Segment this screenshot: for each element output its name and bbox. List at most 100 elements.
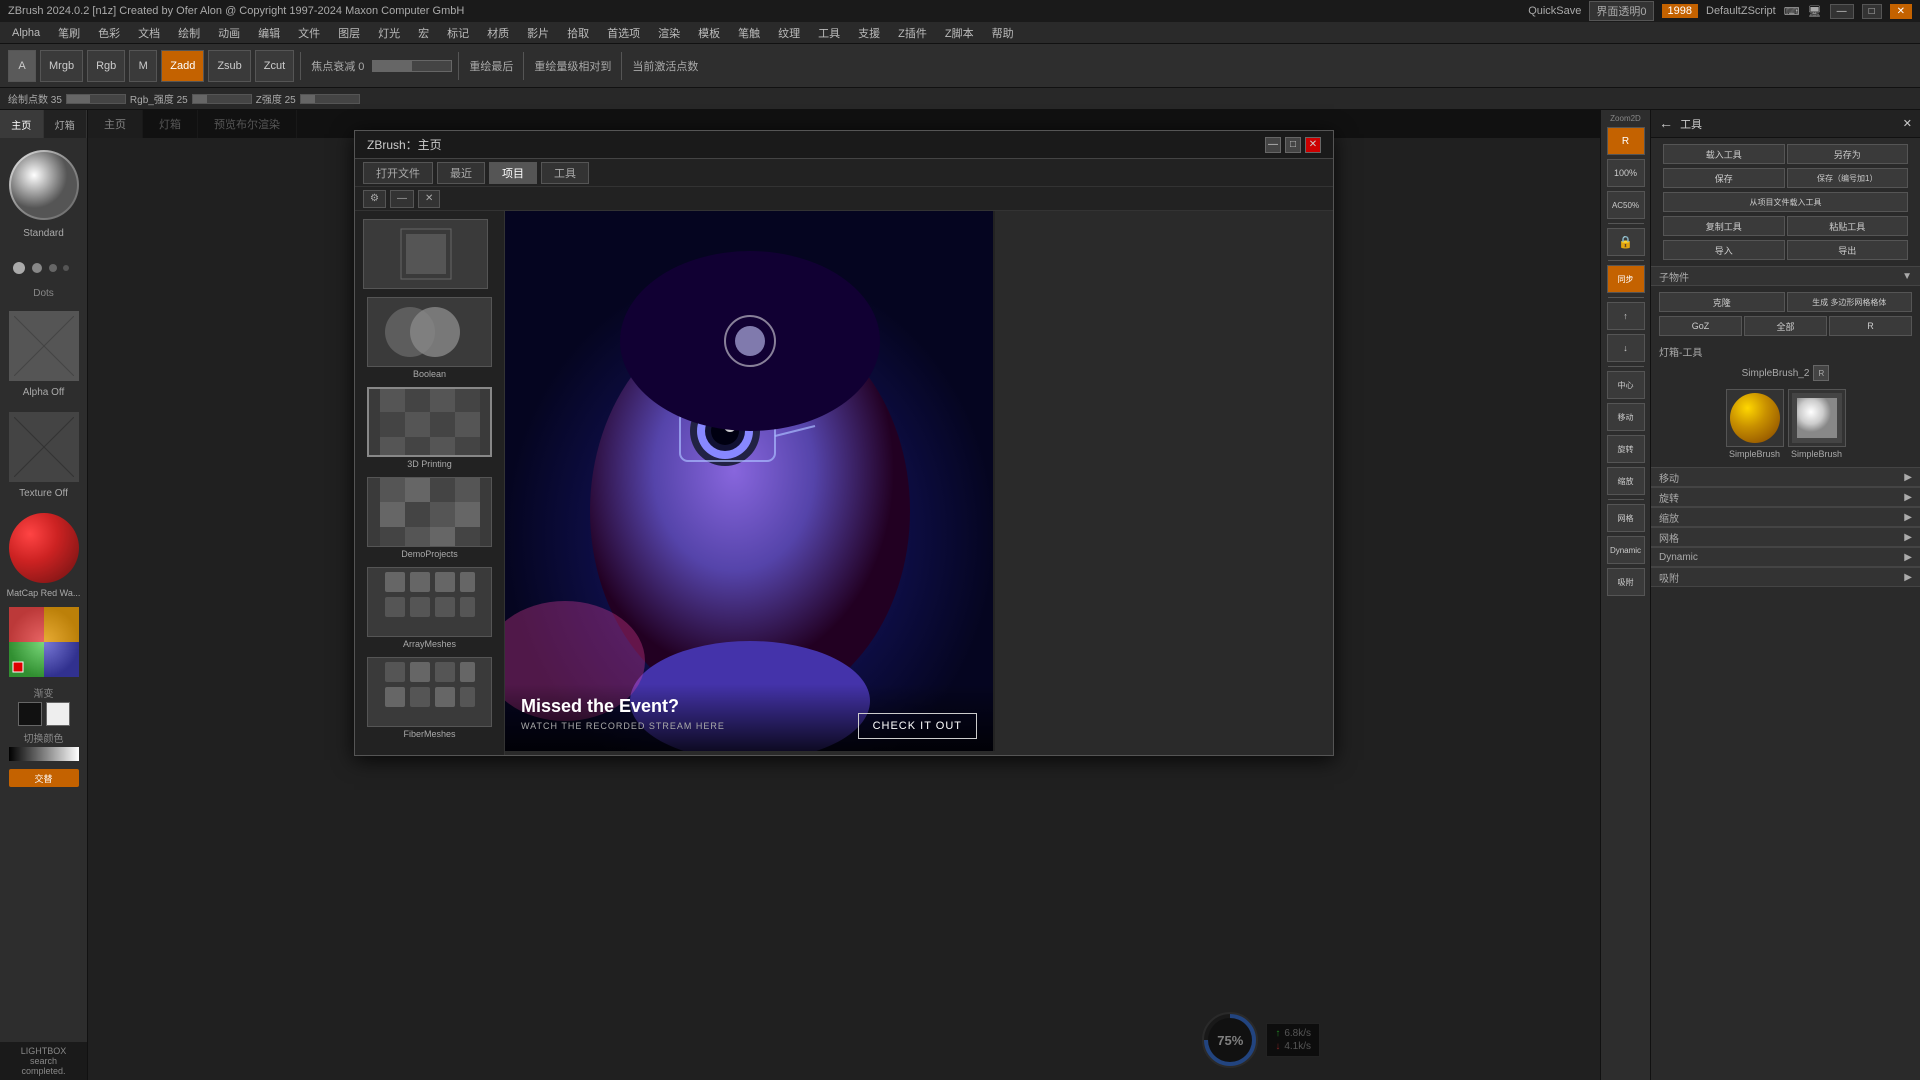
all-btn[interactable]: 全部 xyxy=(1744,316,1827,336)
rotate-btn[interactable]: 旋转 xyxy=(1607,435,1645,463)
brush-preview[interactable] xyxy=(9,150,79,220)
sub-object-header[interactable]: 子物件 ▼ xyxy=(1651,266,1920,286)
focal-slider[interactable] xyxy=(372,60,452,72)
texture-preview[interactable] xyxy=(9,412,79,482)
menu-item-模板[interactable]: 模板 xyxy=(690,23,728,43)
project-item-3dprint[interactable]: 3D Printing xyxy=(363,387,496,469)
back-arrow-btn[interactable]: ← xyxy=(1659,115,1673,131)
grid-btn[interactable]: 网格 xyxy=(1607,504,1645,532)
center-btn[interactable]: 中心 xyxy=(1607,371,1645,399)
project-item-demo[interactable]: DemoProjects xyxy=(363,477,496,559)
save-as-btn[interactable]: 另存为 xyxy=(1787,144,1909,164)
scale-btn[interactable]: 缩放 xyxy=(1607,467,1645,495)
color-white-swatch[interactable] xyxy=(46,702,70,726)
lock-btn[interactable]: 🔒 xyxy=(1607,228,1645,256)
load-from-project-btn[interactable]: 从项目文件载入工具 xyxy=(1663,192,1908,212)
menu-item-笔触[interactable]: 笔触 xyxy=(730,23,768,43)
section-rotate[interactable]: 旋转▶ xyxy=(1651,487,1920,507)
section-dynamic[interactable]: Dynamic▶ xyxy=(1651,547,1920,567)
menu-item-Z插件[interactable]: Z插件 xyxy=(890,23,935,43)
section-grid[interactable]: 网格▶ xyxy=(1651,527,1920,547)
menu-item-支援[interactable]: 支援 xyxy=(850,23,888,43)
r-btn2[interactable]: R xyxy=(1829,316,1912,336)
gradient-bar[interactable] xyxy=(9,747,79,761)
minimize-btn[interactable]: — xyxy=(1830,4,1854,19)
nav-up-btn[interactable]: ↑ xyxy=(1607,302,1645,330)
matcap-preview[interactable] xyxy=(9,513,79,583)
menu-item-动画[interactable]: 动画 xyxy=(210,23,248,43)
simple-brush-r-btn[interactable]: R xyxy=(1813,365,1829,381)
modal-close-view-btn[interactable]: ✕ xyxy=(418,190,440,208)
modal-tab-tools[interactable]: 工具 xyxy=(541,162,589,184)
zsub-btn[interactable]: Zsub xyxy=(208,50,250,82)
zcut-btn[interactable]: Zcut xyxy=(255,50,294,82)
menu-item-图层[interactable]: 图层 xyxy=(330,23,368,43)
goz-btn[interactable]: GoZ xyxy=(1659,316,1742,336)
import-btn[interactable]: 导入 xyxy=(1663,240,1785,260)
rgb-intensity-slider[interactable] xyxy=(192,94,252,104)
menu-item-首选项[interactable]: 首选项 xyxy=(599,23,648,43)
featured-left-check-btn[interactable]: CHECK IT OUT xyxy=(858,713,977,739)
menu-item-帮助[interactable]: 帮助 xyxy=(984,23,1022,43)
far-right-close-btn[interactable]: ✕ xyxy=(1903,117,1912,130)
modal-close-btn[interactable]: ✕ xyxy=(1305,137,1321,153)
settings-icon-btn[interactable]: ⚙ xyxy=(363,190,386,208)
menu-item-影片[interactable]: 影片 xyxy=(519,23,557,43)
menu-item-Z脚本[interactable]: Z脚本 xyxy=(937,23,982,43)
save-increment-btn[interactable]: 保存（编号加1） xyxy=(1787,168,1909,188)
copy-tool-btn[interactable]: 复制工具 xyxy=(1663,216,1785,236)
project-item-fibermesh[interactable]: FiberMeshes xyxy=(363,657,496,739)
nav-down-btn[interactable]: ↓ xyxy=(1607,334,1645,362)
simple-brush-gold[interactable]: SimpleBrush xyxy=(1726,389,1784,459)
quicksave-label[interactable]: QuickSave xyxy=(1528,5,1581,17)
zoom2d-r-btn[interactable]: R xyxy=(1607,127,1645,155)
menu-item-编辑[interactable]: 编辑 xyxy=(250,23,288,43)
menu-item-渲染[interactable]: 渲染 xyxy=(650,23,688,43)
save-btn[interactable]: 保存 xyxy=(1663,168,1785,188)
menu-item-宏[interactable]: 宏 xyxy=(410,23,437,43)
paste-tool-btn[interactable]: 粘贴工具 xyxy=(1787,216,1909,236)
maximize-btn[interactable]: □ xyxy=(1862,4,1882,19)
dynamic-btn[interactable]: Dynamic xyxy=(1607,536,1645,564)
menu-item-材质[interactable]: 材质 xyxy=(479,23,517,43)
modal-tab-project[interactable]: 项目 xyxy=(489,162,537,184)
zoom100-btn[interactable]: 100% xyxy=(1607,159,1645,187)
color-black-swatch[interactable] xyxy=(18,702,42,726)
section-scale[interactable]: 缩放▶ xyxy=(1651,507,1920,527)
export-btn[interactable]: 导出 xyxy=(1787,240,1909,260)
menu-item-Alpha[interactable]: Alpha xyxy=(4,25,48,41)
menu-item-拾取[interactable]: 拾取 xyxy=(559,23,597,43)
alpha-preview[interactable] xyxy=(9,311,79,381)
snap-btn[interactable]: 吸附 xyxy=(1607,568,1645,596)
menu-item-工具[interactable]: 工具 xyxy=(810,23,848,43)
modal-maximize-btn[interactable]: □ xyxy=(1285,137,1301,153)
project-item-arraymesh[interactable]: ArrayMeshes xyxy=(363,567,496,649)
close-btn[interactable]: ✕ xyxy=(1890,4,1912,19)
switch-btn[interactable]: 交替 xyxy=(9,769,79,787)
clone-btn[interactable]: 克隆 xyxy=(1659,292,1785,312)
m-btn[interactable]: M xyxy=(129,50,157,82)
simple-brush-white[interactable]: SimpleBrush xyxy=(1788,389,1846,459)
menu-item-纹理[interactable]: 纹理 xyxy=(770,23,808,43)
section-snap[interactable]: 吸附▶ xyxy=(1651,567,1920,587)
z-intensity-slider[interactable] xyxy=(300,94,360,104)
menu-item-文件[interactable]: 文件 xyxy=(290,23,328,43)
modal-minimize-view-btn[interactable]: — xyxy=(390,190,414,208)
menu-item-绘制[interactable]: 绘制 xyxy=(170,23,208,43)
mrgb-btn[interactable]: Mrgb xyxy=(40,50,83,82)
menu-item-笔刷[interactable]: 笔刷 xyxy=(50,23,88,43)
load-tool-btn[interactable]: 载入工具 xyxy=(1663,144,1785,164)
move-btn[interactable]: 移动 xyxy=(1607,403,1645,431)
project-item-boolean[interactable]: Boolean xyxy=(363,297,496,379)
section-move[interactable]: 移动▶ xyxy=(1651,467,1920,487)
modal-tab-open[interactable]: 打开文件 xyxy=(363,162,433,184)
color-wheel[interactable] xyxy=(9,607,79,677)
draw-size-slider[interactable] xyxy=(66,94,126,104)
menu-item-灯光[interactable]: 灯光 xyxy=(370,23,408,43)
modal-tab-recent[interactable]: 最近 xyxy=(437,162,485,184)
rgb-btn[interactable]: Rgb xyxy=(87,50,125,82)
generate-subdiv-btn[interactable]: 生成 多边形网格格体 xyxy=(1787,292,1913,312)
menu-item-文档[interactable]: 文档 xyxy=(130,23,168,43)
left-tab-lightbox[interactable]: 灯箱 xyxy=(44,110,88,138)
sync-btn[interactable]: 同步 xyxy=(1607,265,1645,293)
